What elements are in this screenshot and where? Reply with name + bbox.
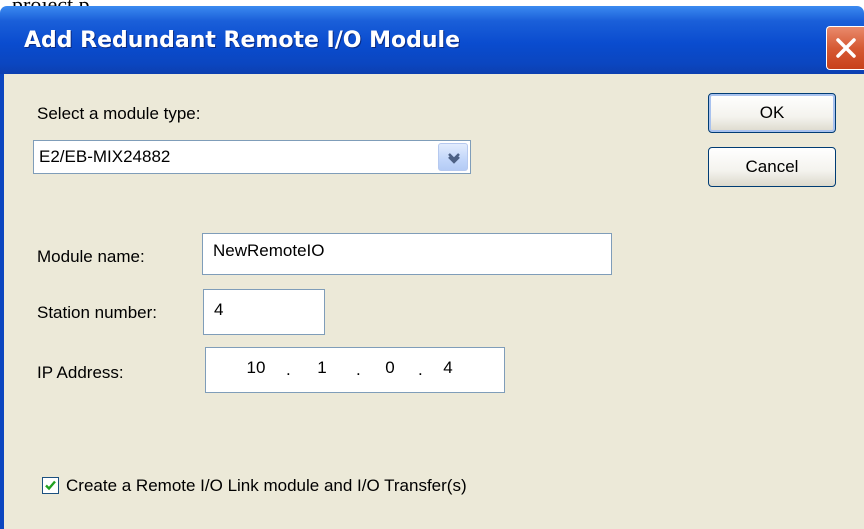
- ip-octet-1[interactable]: 10: [242, 358, 270, 378]
- module-type-label: Select a module type:: [37, 104, 201, 123]
- module-type-value: E2/EB-MIX24882: [39, 147, 171, 166]
- ok-button[interactable]: OK: [708, 93, 836, 133]
- ip-separator: .: [356, 360, 361, 379]
- cancel-button[interactable]: Cancel: [708, 147, 836, 187]
- module-name-field[interactable]: NewRemoteIO: [202, 233, 612, 275]
- ip-address-field[interactable]: 10 . 1 . 0 . 4: [205, 347, 505, 393]
- ip-octet-3[interactable]: 0: [376, 358, 404, 378]
- station-number-field[interactable]: 4: [203, 289, 325, 335]
- close-icon: [836, 38, 856, 58]
- module-name-value: NewRemoteIO: [213, 241, 325, 260]
- title-bar[interactable]: Add Redundant Remote I/O Module: [0, 6, 864, 74]
- station-number-value: 4: [214, 300, 224, 319]
- close-button[interactable]: [826, 26, 864, 70]
- module-type-select[interactable]: E2/EB-MIX24882: [33, 140, 471, 174]
- module-name-label: Module name:: [37, 247, 145, 266]
- chevron-down-icon: [448, 153, 460, 164]
- check-icon: [45, 480, 56, 491]
- ip-separator: .: [418, 360, 423, 379]
- create-link-checkbox[interactable]: [42, 477, 59, 494]
- ip-octet-4[interactable]: 4: [434, 358, 462, 378]
- ip-octet-2[interactable]: 1: [308, 358, 336, 378]
- create-link-label[interactable]: Create a Remote I/O Link module and I/O …: [66, 476, 467, 496]
- module-type-dropdown-button[interactable]: [438, 143, 468, 171]
- ip-address-label: IP Address:: [37, 363, 124, 382]
- ip-separator: .: [286, 360, 291, 379]
- station-number-label: Station number:: [37, 303, 158, 322]
- dialog-title: Add Redundant Remote I/O Module: [24, 28, 461, 53]
